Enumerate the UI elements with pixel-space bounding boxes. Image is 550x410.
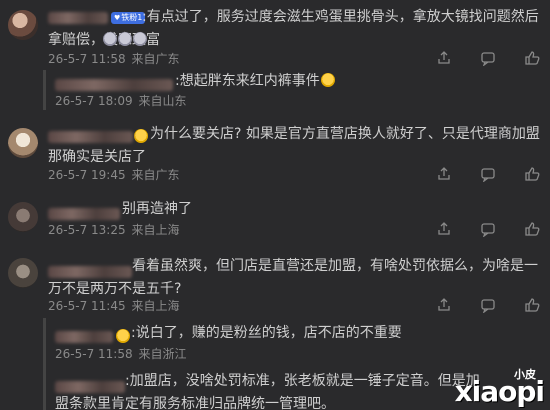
- reply-text: :想起胖东来红内裤事件: [175, 70, 515, 93]
- avatar[interactable]: [8, 258, 38, 288]
- grin-emoji-icon: [320, 73, 335, 87]
- reply-location: 来自山东: [138, 94, 187, 108]
- comment-time: 26-5-7 11:45: [48, 299, 126, 313]
- comment-location: 来自广东: [131, 168, 180, 182]
- comment-author-row: [48, 203, 120, 222]
- comment-meta: 26-5-7 11:58 来自广东: [48, 52, 181, 66]
- comment-item: 为什么要关店? 如果是官方直营店换人就好了、只是代理商加盟那确实是关店了 26-…: [0, 118, 550, 188]
- comment-actions: [436, 166, 540, 182]
- username-blurred[interactable]: [55, 78, 173, 91]
- comment-actions: [436, 221, 540, 237]
- comment-icon[interactable]: [480, 50, 496, 66]
- emoji-group: [102, 29, 147, 48]
- comment-icon[interactable]: [480, 297, 496, 313]
- username-blurred[interactable]: [48, 207, 120, 220]
- avatar[interactable]: [8, 202, 38, 232]
- comment-text: 看着虽然爽，但门店是直营还是加盟，有啥处罚依据么，为啥是一万不是两万不是五千?: [48, 258, 538, 297]
- comment-text: 别再造神了: [122, 201, 192, 217]
- comment-actions: [436, 297, 540, 313]
- reply-indent-bar: [43, 70, 46, 110]
- reply-time: 26-5-7 11:58: [55, 347, 133, 361]
- username-blurred[interactable]: [55, 330, 113, 343]
- comment-icon[interactable]: [480, 166, 496, 182]
- comment-location: 来自广东: [131, 52, 180, 66]
- comment-icon[interactable]: [480, 221, 496, 237]
- reply-text: :说白了，赚的是粉丝的钱，店不店的不重要: [131, 325, 402, 341]
- comment-location: 来自上海: [131, 223, 180, 237]
- comment-text: 为什么要关店? 如果是官方直营店换人就好了、只是代理商加盟那确实是关店了: [48, 126, 540, 165]
- share-icon[interactable]: [436, 297, 452, 313]
- share-icon[interactable]: [436, 221, 452, 237]
- comment-time: 26-5-7 13:25: [48, 223, 126, 237]
- comment-item: 别再造神了 26-5-7 13:25 来自上海: [0, 196, 550, 248]
- crown-emoji-icon: [116, 329, 130, 343]
- comment-actions: [436, 50, 540, 66]
- cry-emoji-icon: [133, 32, 147, 46]
- comment-time: 26-5-7 11:58: [48, 52, 126, 66]
- like-icon[interactable]: [524, 50, 540, 66]
- comment-location: 来自上海: [131, 299, 180, 313]
- reply-author-row: [55, 326, 130, 345]
- like-icon[interactable]: [524, 297, 540, 313]
- reply-meta: 26-5-7 18:09 来自山东: [55, 94, 188, 108]
- comment-time: 26-5-7 19:45: [48, 168, 126, 182]
- reply-text-body: :想起胖东来红内裤事件: [175, 73, 320, 89]
- reply-location: 来自浙江: [138, 347, 187, 361]
- avatar[interactable]: [8, 10, 38, 40]
- cry-emoji-icon: [118, 32, 132, 46]
- like-icon[interactable]: [524, 166, 540, 182]
- share-icon[interactable]: [436, 166, 452, 182]
- watermark-logo: 小皮 xiaopi: [434, 366, 545, 408]
- comment-meta: 26-5-7 11:45 来自上海: [48, 299, 181, 313]
- reply-time: 26-5-7 18:09: [55, 94, 133, 108]
- avatar[interactable]: [8, 128, 38, 158]
- share-icon[interactable]: [436, 50, 452, 66]
- watermark-main: xiaopi: [454, 375, 545, 408]
- comment-item: ♥铁粉1 :有点过了，服务过度会滋生鸡蛋里挑骨头，拿放大镜找问题然后拿赔偿，发家…: [0, 0, 550, 112]
- cry-emoji-icon: [103, 32, 117, 46]
- reply-author-row: [55, 74, 173, 93]
- comment-meta: 26-5-7 19:45 来自广东: [48, 168, 181, 182]
- reply-indent-bar: [43, 318, 46, 410]
- comment-meta: 26-5-7 13:25 来自上海: [48, 223, 181, 237]
- reply-text: :加盟店，没啥处罚标准，张老板就是一锤子定音。但是加盟条款里肯定有服务标准归品牌…: [55, 373, 480, 410]
- like-icon[interactable]: [524, 221, 540, 237]
- reply-meta: 26-5-7 11:58 来自浙江: [55, 347, 188, 361]
